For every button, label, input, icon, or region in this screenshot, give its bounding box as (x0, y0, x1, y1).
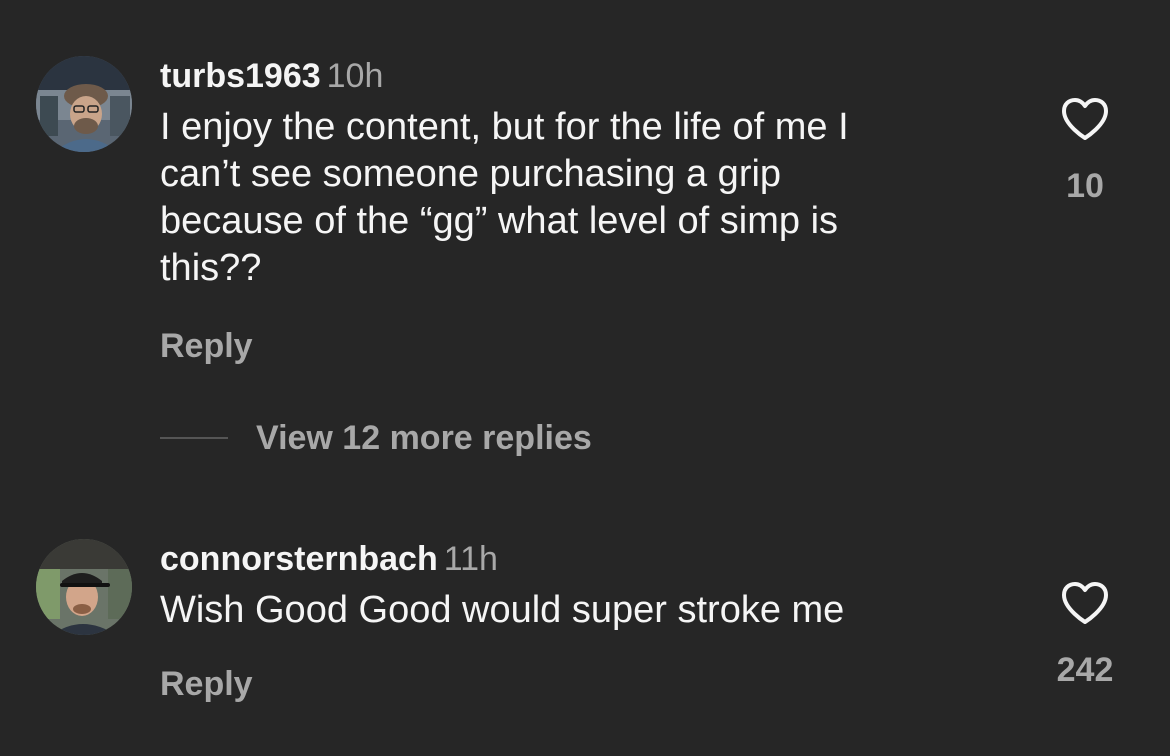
like-count: 242 (1056, 651, 1114, 689)
divider (160, 437, 228, 439)
reply-button[interactable]: Reply (160, 664, 253, 704)
heart-outline-icon[interactable] (1060, 580, 1110, 626)
view-replies-button[interactable]: View 12 more replies (160, 418, 592, 458)
comment-timestamp: 11h (443, 540, 498, 578)
avatar[interactable] (36, 539, 132, 635)
comment-username[interactable]: connorsternbach (160, 540, 438, 578)
comment-text: I enjoy the content, but for the life of… (160, 104, 980, 292)
avatar-photo (36, 56, 132, 152)
like-button[interactable]: 10 (1030, 96, 1140, 206)
comment-text-line: because of the “gg” what level of simp i… (160, 200, 839, 242)
comment-username[interactable]: turbs1963 (160, 57, 321, 95)
like-count: 10 (1066, 167, 1104, 205)
comment-timestamp: 10h (326, 57, 384, 95)
reply-button[interactable]: Reply (160, 326, 253, 366)
avatar[interactable] (36, 56, 132, 152)
comment-text: Wish Good Good would super stroke me (160, 587, 980, 634)
comment-text-line: this?? (160, 247, 262, 289)
avatar-photo (36, 539, 132, 635)
comment-text-line: can’t see someone purchasing a grip (160, 153, 782, 195)
view-replies-label[interactable]: View 12 more replies (256, 418, 592, 458)
comment-text-line: I enjoy the content, but for the life of… (160, 106, 849, 148)
heart-outline-icon[interactable] (1060, 96, 1110, 142)
comment-text-line: Wish Good Good would super stroke me (160, 589, 845, 631)
like-button[interactable]: 242 (1030, 580, 1140, 690)
